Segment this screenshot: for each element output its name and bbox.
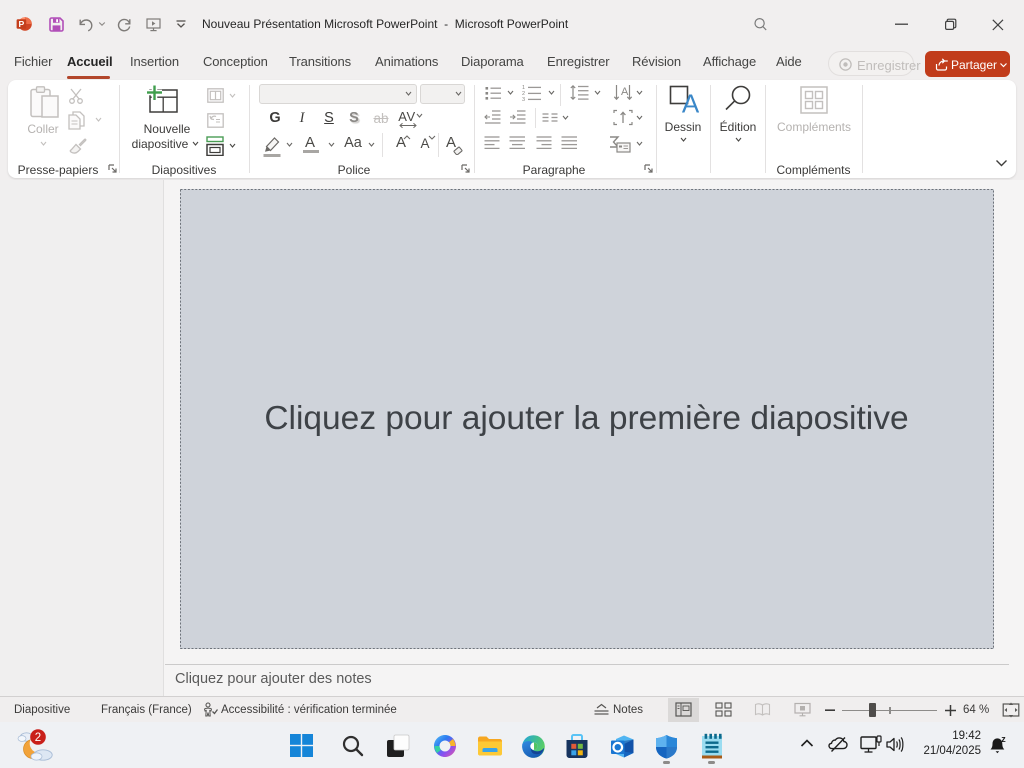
svg-text:P: P — [19, 19, 25, 29]
svg-text:A: A — [682, 89, 699, 116]
svg-text:z: z — [1001, 735, 1006, 744]
svg-text:A: A — [621, 86, 629, 98]
svg-text:2: 2 — [35, 732, 41, 744]
svg-text:3: 3 — [522, 97, 525, 101]
